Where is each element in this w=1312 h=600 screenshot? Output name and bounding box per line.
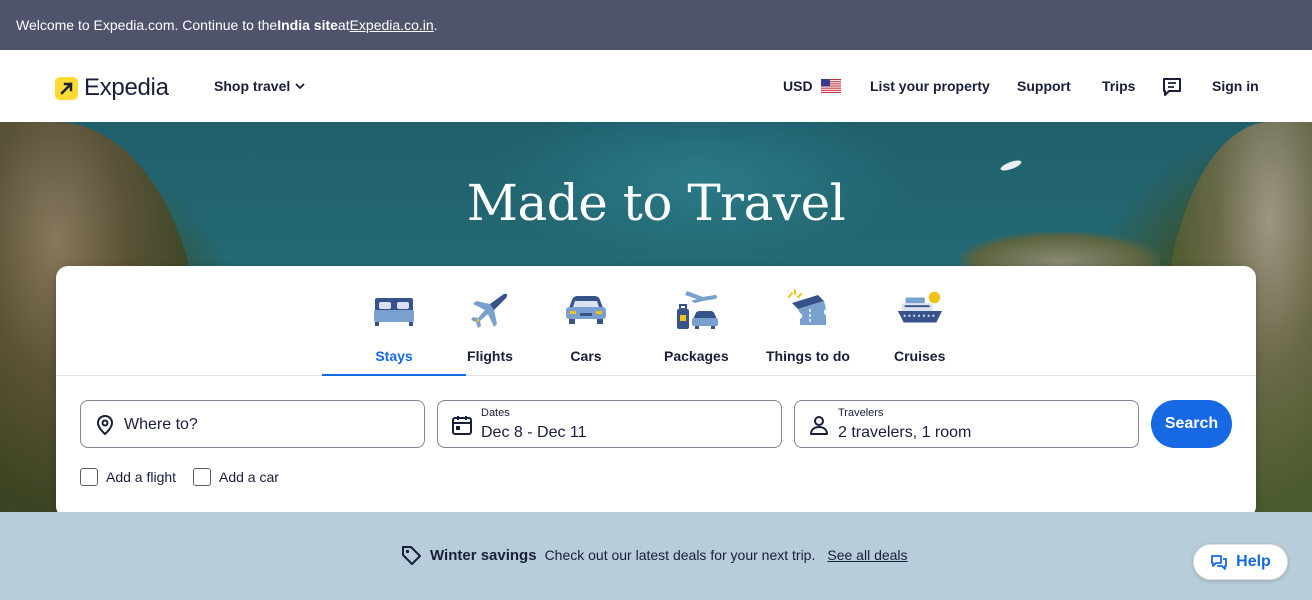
tab-packages-label: Packages <box>664 348 729 364</box>
us-flag-icon <box>820 79 841 93</box>
messages-icon[interactable] <box>1161 76 1183 101</box>
support-link[interactable]: Support <box>1017 78 1071 94</box>
hero-boat <box>999 158 1023 173</box>
airplane-icon <box>466 288 514 332</box>
location-pin-icon <box>96 414 114 436</box>
checkbox-box <box>80 468 98 486</box>
dates-label: Dates <box>481 407 510 419</box>
travelers-field[interactable]: Travelers 2 travelers, 1 room <box>794 400 1139 448</box>
sign-in-link[interactable]: Sign in <box>1212 78 1259 94</box>
brand-name: Expedia <box>84 74 169 101</box>
add-car-checkbox[interactable]: Add a car <box>193 468 279 486</box>
hero-title: Made to Travel <box>466 174 846 232</box>
add-car-label: Add a car <box>219 469 279 485</box>
search-button[interactable]: Search <box>1151 400 1232 448</box>
currency-selector[interactable]: USD <box>783 78 841 94</box>
bed-icon <box>370 288 418 332</box>
shop-travel-label: Shop travel <box>214 78 291 94</box>
add-flight-checkbox[interactable]: Add a flight <box>80 468 176 486</box>
currency-label: USD <box>783 78 813 94</box>
checkbox-box <box>193 468 211 486</box>
help-button[interactable]: Help <box>1193 544 1288 580</box>
tab-cars-label: Cars <box>570 348 602 364</box>
tab-things-to-do[interactable]: Things to do <box>766 288 850 376</box>
calendar-icon <box>452 416 472 435</box>
banner-text-middle: at <box>337 17 350 33</box>
shop-travel-menu[interactable]: Shop travel <box>214 78 306 94</box>
tab-flights[interactable]: Flights <box>466 288 514 376</box>
car-icon <box>562 288 610 332</box>
tab-stays[interactable]: Stays <box>322 288 466 376</box>
travelers-value: 2 travelers, 1 room <box>838 424 972 441</box>
chat-bubbles-icon <box>1211 555 1228 570</box>
promo-banner: Winter savings Check out our latest deal… <box>0 512 1312 600</box>
tab-flights-label: Flights <box>467 348 513 364</box>
banner-text-end: . <box>433 17 438 33</box>
person-icon <box>810 416 828 435</box>
promo-row: Winter savings Check out our latest deal… <box>400 544 908 566</box>
site-header: Expedia Shop travel USD List your proper… <box>0 50 1312 122</box>
package-icon <box>672 288 720 332</box>
trips-link[interactable]: Trips <box>1102 78 1135 94</box>
see-all-deals-link[interactable]: See all deals <box>827 547 907 563</box>
expedia-logo-icon <box>55 76 78 100</box>
banner-site-name: India site <box>277 17 338 33</box>
tab-cars[interactable]: Cars <box>562 288 610 376</box>
banner-text: Welcome to Expedia.com. Continue to the <box>16 17 278 33</box>
locale-banner: Welcome to Expedia.com. Continue to the … <box>0 0 1312 50</box>
tab-things-to-do-label: Things to do <box>766 348 850 364</box>
help-label: Help <box>1236 553 1271 570</box>
tab-stays-label: Stays <box>375 348 413 364</box>
tab-cruises-label: Cruises <box>894 348 946 364</box>
search-tabs: Stays Flights Cars Packages Things to do <box>56 266 1256 376</box>
expedia-logo[interactable]: Expedia <box>55 74 169 102</box>
tag-icon <box>402 546 421 565</box>
destination-placeholder: Where to? <box>124 416 198 433</box>
india-site-link[interactable]: Expedia.co.in <box>350 17 434 33</box>
promo-title: Winter savings <box>430 546 537 564</box>
destination-field[interactable]: Where to? <box>80 400 425 448</box>
travelers-label: Travelers <box>838 407 884 419</box>
promo-text: Check out our latest deals for your next… <box>544 547 816 563</box>
dates-field[interactable]: Dates Dec 8 - Dec 11 <box>437 400 782 448</box>
dates-value: Dec 8 - Dec 11 <box>481 424 587 441</box>
ticket-icon <box>784 288 832 332</box>
search-card: Stays Flights Cars Packages Things to do <box>56 266 1256 518</box>
list-property-link[interactable]: List your property <box>870 78 990 94</box>
cruise-ship-icon <box>896 288 944 332</box>
add-flight-label: Add a flight <box>106 469 177 485</box>
tab-cruises[interactable]: Cruises <box>894 288 945 376</box>
tab-packages[interactable]: Packages <box>664 288 729 376</box>
chevron-down-icon <box>295 83 305 90</box>
